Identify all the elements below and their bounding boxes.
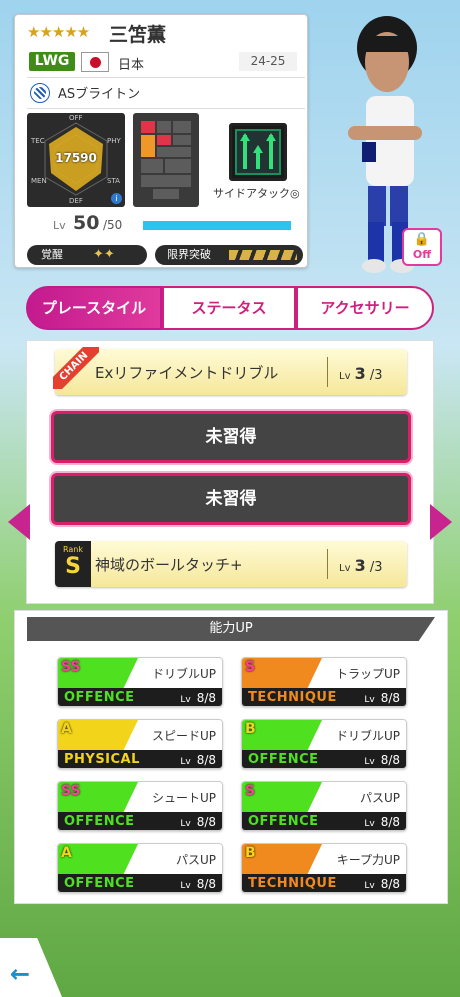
tab-status[interactable]: ステータス: [162, 286, 296, 330]
formation-map[interactable]: [133, 113, 199, 207]
empty-skill-slot-2[interactable]: 未習得: [51, 411, 411, 463]
prev-player-arrow-icon[interactable]: [8, 504, 30, 540]
divider: [27, 77, 305, 78]
country-name: 日本: [118, 58, 145, 73]
radar-label-sta: STA: [107, 177, 120, 185]
club-name: ASブライトン: [58, 87, 141, 102]
lock-toggle-button[interactable]: 🔒 Off: [402, 228, 442, 266]
level-progress-bar: [143, 221, 291, 230]
ability-up-panel: 能力UP SS ドリブルUP OFFENCE Lv 8/8 S トラップUP TE…: [14, 610, 448, 904]
skill-name: 神域のボールタッチ+: [95, 556, 243, 574]
position-badge: LWG: [29, 52, 75, 71]
ability-card[interactable]: B キープ力UP TECHNIQUE Lv 8/8: [241, 843, 407, 893]
ability-card[interactable]: S トラップUP TECHNIQUE Lv 8/8: [241, 657, 407, 707]
ability-card[interactable]: A パスUP OFFENCE Lv 8/8: [57, 843, 223, 893]
limit-break-bar: 限界突破: [155, 245, 303, 265]
lock-icon: 🔒: [413, 232, 431, 247]
skill-name: Exリファイメントドリブル: [95, 364, 279, 382]
skill-level: Lv 3 /3: [339, 364, 383, 383]
tab-bar: プレースタイル ステータス アクセサリー: [26, 286, 434, 330]
rank-badge: Rank S: [55, 541, 91, 587]
divider: [327, 549, 328, 579]
radar-label-def: DEF: [69, 197, 83, 205]
next-player-arrow-icon[interactable]: [430, 504, 452, 540]
player-card: ★★★★★ 三笘薫 LWG 日本 24-25 ASブライトン OFF TEC P…: [14, 14, 308, 268]
radar-label-men: MEN: [31, 177, 47, 185]
radar-label-phy: PHY: [107, 137, 121, 145]
player-name: 三笘薫: [109, 24, 167, 46]
back-arrow-icon: ←: [10, 960, 31, 988]
ability-card[interactable]: S パスUP OFFENCE Lv 8/8: [241, 781, 407, 831]
ability-card[interactable]: B ドリブルUP OFFENCE Lv 8/8: [241, 719, 407, 769]
skill-slot-1[interactable]: CHAIN Exリファイメントドリブル Lv 3 /3: [53, 347, 407, 395]
awakening-gems-icon: ✦✦: [93, 247, 115, 262]
level-value: 50: [73, 212, 100, 234]
awakening-bar: 覚醒 ✦✦: [27, 245, 147, 265]
tab-playstyle[interactable]: プレースタイル: [26, 286, 162, 330]
playstyle-label: サイドアタック◎: [213, 187, 300, 200]
side-attack-arrows-icon: [240, 133, 276, 169]
japan-flag-icon: [81, 52, 109, 72]
ability-card[interactable]: SS ドリブルUP OFFENCE Lv 8/8: [57, 657, 223, 707]
skill-slot-4[interactable]: Rank S 神域のボールタッチ+ Lv 3 /3: [55, 541, 407, 587]
overall-rating: 17590: [55, 151, 97, 165]
season-badge: 24-25: [239, 52, 297, 71]
divider: [27, 108, 305, 109]
level-max: /50: [103, 218, 123, 232]
radar-label-off: OFF: [69, 114, 83, 122]
stat-radar[interactable]: OFF TEC PHY MEN STA DEF 17590 i: [27, 113, 125, 207]
rarity-stars: ★★★★★: [27, 23, 90, 41]
back-button[interactable]: ←: [0, 938, 62, 997]
ability-up-title: 能力UP: [27, 617, 435, 641]
ability-card[interactable]: A スピードUP PHYSICAL Lv 8/8: [57, 719, 223, 769]
radar-label-tec: TEC: [31, 137, 45, 145]
empty-skill-slot-3[interactable]: 未習得: [51, 473, 411, 525]
lock-state-label: Off: [412, 248, 432, 261]
limit-break-gauge: [229, 250, 297, 260]
tab-accessory[interactable]: アクセサリー: [296, 286, 434, 330]
club-emblem-icon: [30, 83, 50, 103]
level-prefix: Lv: [53, 219, 66, 232]
info-icon[interactable]: i: [111, 193, 122, 204]
skill-level: Lv 3 /3: [339, 556, 383, 575]
chain-badge: CHAIN: [53, 347, 99, 389]
divider: [327, 357, 328, 387]
skills-panel: CHAIN Exリファイメントドリブル Lv 3 /3 未習得 未習得 Rank…: [26, 340, 434, 604]
limit-break-label: 限界突破: [167, 248, 211, 261]
playstyle-icon[interactable]: [229, 123, 287, 181]
ability-card[interactable]: SS シュートUP OFFENCE Lv 8/8: [57, 781, 223, 831]
awakening-label: 覚醒: [41, 248, 63, 261]
